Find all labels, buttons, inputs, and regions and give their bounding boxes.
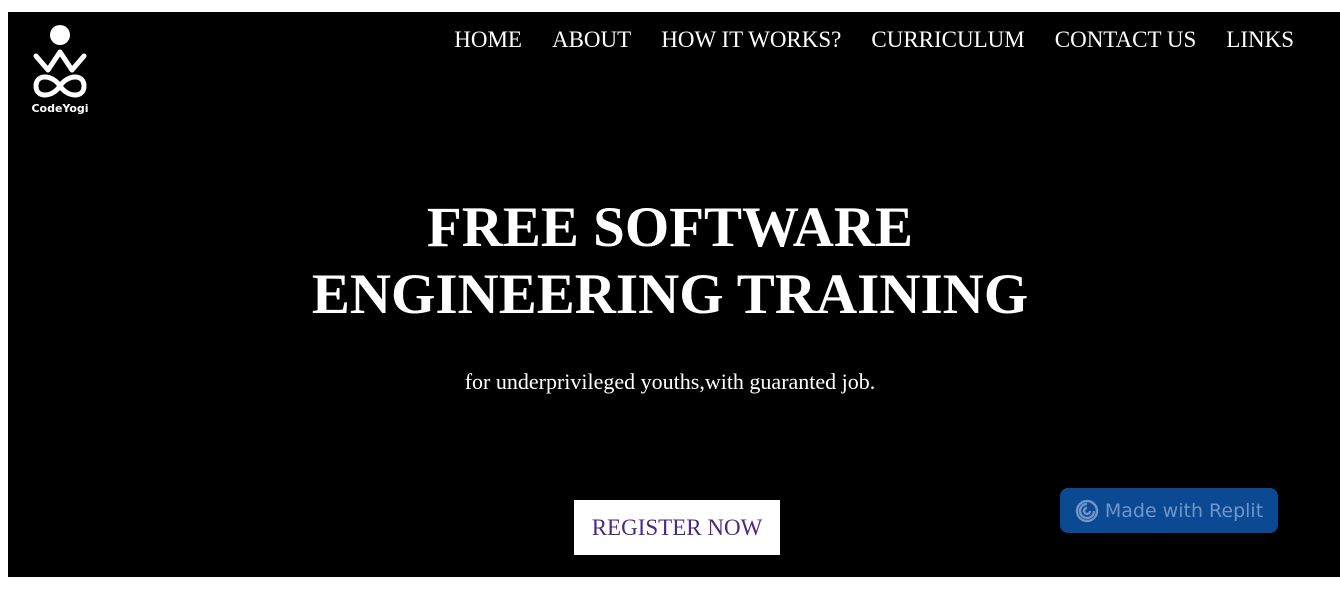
replit-logo-icon bbox=[1075, 499, 1099, 522]
nav-item-home[interactable]: HOME bbox=[454, 26, 522, 54]
made-with-replit-badge[interactable]: Made with Replit bbox=[1060, 488, 1278, 533]
nav-item-curriculum[interactable]: CURRICULUM bbox=[871, 26, 1024, 54]
headline-line-2: ENGINEERING TRAINING bbox=[311, 263, 1029, 326]
hero-headline: FREE SOFTWARE ENGINEERING TRAINING bbox=[0, 194, 1340, 328]
codeyogi-logo[interactable]: CodeYogi bbox=[28, 24, 92, 116]
badge-label: Made with Replit bbox=[1104, 499, 1264, 522]
nav-item-how-it-works[interactable]: HOW IT WORKS? bbox=[661, 26, 841, 54]
nav-item-about[interactable]: ABOUT bbox=[552, 26, 631, 54]
nav-item-contact-us[interactable]: CONTACT US bbox=[1055, 26, 1197, 54]
hero-section: CodeYogi HOME ABOUT HOW IT WORKS? CURRIC… bbox=[8, 12, 1340, 577]
headline-line-1: FREE SOFTWARE bbox=[426, 196, 914, 259]
register-now-button[interactable]: REGISTER NOW bbox=[574, 500, 780, 555]
hero-subheadline: for underprivileged youths,with guarante… bbox=[464, 369, 876, 394]
nav-item-links[interactable]: LINKS bbox=[1226, 26, 1294, 54]
meditating-figure-logo-icon bbox=[33, 25, 87, 98]
main-nav: HOME ABOUT HOW IT WORKS? CURRICULUM CONT… bbox=[454, 26, 1294, 54]
logo-text: CodeYogi bbox=[31, 102, 89, 115]
